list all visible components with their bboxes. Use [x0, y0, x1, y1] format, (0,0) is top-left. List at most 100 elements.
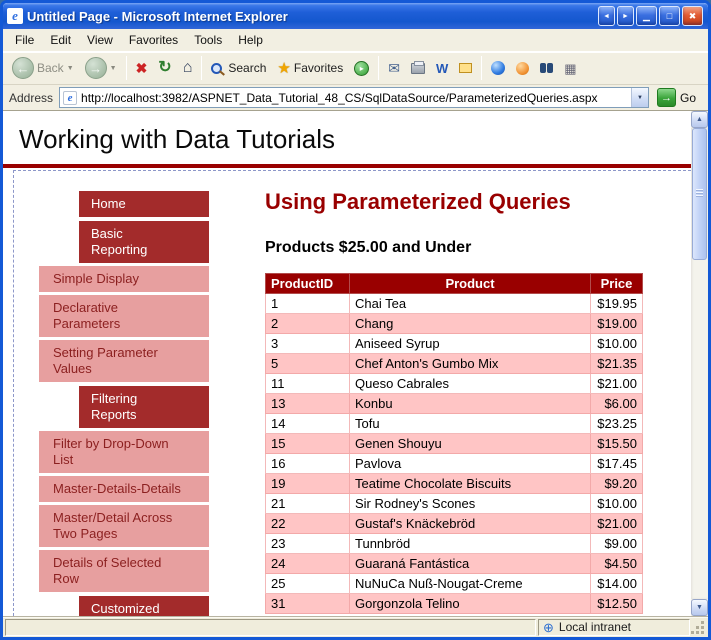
title-extra-right-button[interactable]: ► [617, 6, 634, 26]
go-arrow-icon: → [657, 88, 676, 107]
scroll-up-button[interactable]: ▲ [691, 111, 708, 128]
products-subheading: Products $25.00 and Under [265, 239, 643, 257]
page-content: Working with Data Tutorials HomeBasic Re… [3, 111, 691, 616]
cell-productid: 5 [266, 354, 350, 374]
minimize-button[interactable]: ▁ [636, 6, 657, 26]
intranet-zone-icon: ⊕ [543, 621, 554, 634]
cell-productid: 11 [266, 374, 350, 394]
menu-item[interactable]: Favorites [121, 29, 186, 51]
back-button[interactable]: ← Back ▼ [7, 55, 79, 81]
sidebar-nav: Home Basic Reporting Simple Display Declara… [23, 191, 209, 616]
sidebar-item[interactable]: Setting Parameter Values [39, 340, 209, 382]
msn-button[interactable] [486, 59, 510, 77]
table-row: 23 Tunnbröd $9.00 [266, 534, 643, 554]
cell-product: Genen Shouyu [350, 434, 591, 454]
cell-product: Queso Cabrales [350, 374, 591, 394]
cell-product: Gustaf's Knäckebröd [350, 514, 591, 534]
table-row: 13 Konbu $6.00 [266, 394, 643, 414]
cell-productid: 1 [266, 294, 350, 314]
resize-grip[interactable] [692, 619, 706, 636]
back-dropdown-icon: ▼ [67, 65, 74, 72]
scrollbar-track[interactable] [691, 128, 708, 599]
edit-button[interactable]: W [431, 60, 453, 77]
address-input[interactable]: e http://localhost:3982/ASPNET_Data_Tuto… [59, 87, 649, 108]
search-button[interactable]: Search [206, 59, 271, 77]
table-header-row: ProductID Product Price [266, 274, 643, 294]
cell-product: Aniseed Syrup [350, 334, 591, 354]
search-label: Search [228, 61, 266, 75]
stop-button[interactable]: ✖ [131, 59, 153, 77]
edit-with-word-icon: W [436, 62, 448, 75]
browser-window: e Untitled Page - Microsoft Internet Exp… [0, 0, 711, 640]
mail-button[interactable]: ✉ [383, 59, 405, 77]
print-button[interactable] [406, 61, 430, 76]
table-row: 5 Chef Anton's Gumbo Mix $21.35 [266, 354, 643, 374]
scrollbar-thumb[interactable] [692, 128, 707, 260]
vertical-scrollbar[interactable]: ▲ ▼ [691, 111, 708, 616]
sidebar-item[interactable]: Filtering Reports [79, 386, 209, 428]
close-button[interactable]: ✖ [682, 6, 703, 26]
sidebar-item[interactable]: Declarative Parameters [39, 295, 209, 337]
cell-productid: 13 [266, 394, 350, 414]
cell-productid: 23 [266, 534, 350, 554]
title-extra-left-button[interactable]: ◄ [598, 6, 615, 26]
scroll-down-button[interactable]: ▼ [691, 599, 708, 616]
table-row: 19 Teatime Chocolate Biscuits $9.20 [266, 474, 643, 494]
sidebar-item[interactable]: Details of Selected Row [39, 550, 209, 592]
menu-item[interactable]: Edit [42, 29, 79, 51]
cell-productid: 19 [266, 474, 350, 494]
menu-item[interactable]: Tools [186, 29, 230, 51]
cell-price: $15.50 [591, 434, 643, 454]
products-table: ProductID Product Price 1 Chai Tea [265, 273, 643, 614]
table-row: 2 Chang $19.00 [266, 314, 643, 334]
cell-price: $10.00 [591, 494, 643, 514]
toolbar-options-button[interactable]: ▦ [559, 60, 581, 77]
cell-productid: 22 [266, 514, 350, 534]
address-dropdown-button[interactable]: ▼ [631, 88, 648, 107]
titlebar[interactable]: e Untitled Page - Microsoft Internet Exp… [3, 3, 708, 29]
print-icon [411, 63, 425, 74]
cell-product: Chef Anton's Gumbo Mix [350, 354, 591, 374]
refresh-button[interactable]: ↻ [153, 58, 176, 78]
menu-item[interactable]: Help [230, 29, 271, 51]
cell-product: Sir Rodney's Scones [350, 494, 591, 514]
status-message-pane [5, 619, 536, 636]
go-label: Go [680, 91, 696, 105]
favorites-button[interactable]: ★ Favorites [272, 59, 348, 78]
messenger-button[interactable] [511, 60, 534, 77]
sidebar-item[interactable]: Home [79, 191, 209, 217]
ie-page-icon: e [7, 8, 23, 24]
home-icon: ⌂ [183, 60, 193, 76]
sidebar-item[interactable]: Customized Formatting [79, 596, 209, 616]
home-button[interactable]: ⌂ [178, 58, 198, 78]
cell-productid: 15 [266, 434, 350, 454]
discuss-button[interactable] [454, 61, 477, 75]
cell-productid: 3 [266, 334, 350, 354]
cell-price: $9.20 [591, 474, 643, 494]
menu-item[interactable]: View [79, 29, 121, 51]
sidebar-item[interactable]: Basic Reporting [79, 221, 209, 263]
sidebar-item[interactable]: Master-Details-Details [39, 476, 209, 502]
browser-viewport: Working with Data Tutorials HomeBasic Re… [3, 111, 708, 616]
cell-price: $19.95 [591, 294, 643, 314]
maximize-button[interactable]: □ [659, 6, 680, 26]
media-button[interactable]: ▸ [349, 59, 374, 78]
table-row: 1 Chai Tea $19.95 [266, 294, 643, 314]
cell-product: Teatime Chocolate Biscuits [350, 474, 591, 494]
sidebar-item[interactable]: Simple Display [39, 266, 209, 292]
table-row: 15 Genen Shouyu $15.50 [266, 434, 643, 454]
table-row: 22 Gustaf's Knäckebröd $21.00 [266, 514, 643, 534]
cell-price: $21.35 [591, 354, 643, 374]
cell-product: Chang [350, 314, 591, 334]
menu-item[interactable]: File [7, 29, 42, 51]
cell-price: $23.25 [591, 414, 643, 434]
go-button[interactable]: → Go [655, 88, 704, 107]
cell-product: Gorgonzola Telino [350, 594, 591, 614]
cell-price: $6.00 [591, 394, 643, 414]
sidebar-item[interactable]: Master/Detail Across Two Pages [39, 505, 209, 547]
stop-icon: ✖ [136, 61, 148, 75]
research-button[interactable] [535, 61, 558, 75]
sidebar-item[interactable]: Filter by Drop-Down List [39, 431, 209, 473]
page-heading: Using Parameterized Queries [265, 189, 643, 215]
forward-button[interactable]: → ▼ [80, 55, 122, 81]
